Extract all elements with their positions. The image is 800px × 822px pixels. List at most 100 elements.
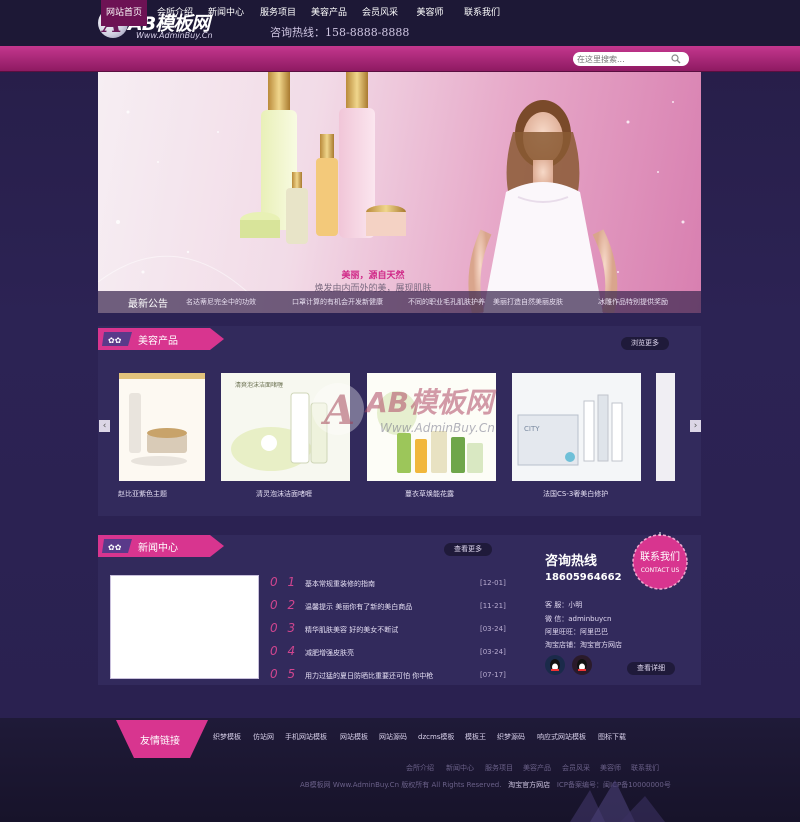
carousel-prev-icon[interactable]: ‹ [99,420,110,432]
footer-nav-link[interactable]: 联系我们 [631,763,659,773]
search-icon[interactable] [671,54,681,64]
news-date: [07-17] [480,671,506,679]
footer-nav-link[interactable]: 美容师 [600,763,621,773]
product-image [119,373,205,481]
nav-item-contact[interactable]: 联系我们 [458,0,506,26]
product-name[interactable]: 法国CS-3奢美白修护 [543,489,608,499]
contact-wechat: 微 信：adminbuycn [545,615,612,623]
footer-nav-link[interactable]: 会所介绍 [406,763,434,773]
svg-text:✿✿: ✿✿ [108,336,122,345]
product-card-4[interactable]: CITY [512,373,641,481]
nav-item-beauticians[interactable]: 美容师 [410,0,450,26]
svg-text:CITY: CITY [524,425,540,433]
notice-item[interactable]: 名达蒂尼完全中的功效 [186,297,256,307]
news-headline[interactable]: 基本常规重装修的指南 [305,579,375,589]
friend-link[interactable]: 网站源码 [379,732,407,742]
contact-bubble-icon[interactable]: 联系我们 CONTACT US [620,532,700,590]
news-item[interactable]: 0 2 温馨提示 美丽你有了新的美白商品 [11-21] [270,598,506,618]
products-title: 美容产品 [138,336,178,347]
product-name[interactable]: 蔓衣草焕能花露 [405,489,454,499]
news-item[interactable]: 0 4 减肥增强皮肤亮 [03-24] [270,644,506,664]
product-image: CITY [512,373,641,481]
news-number: 0 3 [270,621,299,635]
news-date: [12-01] [480,579,506,587]
product-card-5[interactable] [656,373,675,481]
contact-detail-button[interactable]: 查看详细 [627,662,675,675]
footer-nav-link[interactable]: 服务项目 [485,763,513,773]
hero-banner[interactable]: 美丽，源自天然 焕发由内而外的美，展现肌肤 [98,72,701,313]
news-number: 0 5 [270,667,299,681]
friend-link[interactable]: 图标下载 [598,732,626,742]
product-image [656,373,675,481]
news-more-button[interactable]: 查看更多 [444,543,492,556]
svg-text:✿✿: ✿✿ [108,543,122,552]
contact-info: 咨询热线 18605964662 [545,550,622,583]
notice-bar: 最新公告 名达蒂尼完全中的功效 口罩计算的有机会开发新健康 不同的职业毛孔肌肤护… [98,291,701,313]
notice-item[interactable]: 美丽打造自然美丽皮肤 [493,297,563,307]
copyright: AB模板网 Www.AdminBuy.Cn 版权所有 All Rights Re… [300,781,502,789]
contact-service: 客 服：小明 [545,601,583,609]
friend-link[interactable]: 响应式网站模板 [537,732,586,742]
notice-title: 最新公告 [128,299,168,310]
qq-icon[interactable] [545,655,565,675]
news-header: ✿✿ 新闻中心 [98,535,228,557]
contact-bubble-sublabel: CONTACT US [641,567,680,574]
news-image[interactable] [110,575,259,679]
news-item[interactable]: 0 3 精华肌肤美容 好的美女不断试 [03-24] [270,621,506,641]
contact-phone: 18605964662 [545,572,622,583]
news-number: 0 2 [270,598,299,612]
product-card-3[interactable] [367,373,496,481]
contact-title: 咨询热线 [545,554,598,569]
banner-slogan-line1: 美丽，源自天然 [341,271,405,281]
nav-item-home[interactable]: 网站首页 [101,0,147,26]
friend-link[interactable]: 仿站网 [253,732,274,742]
news-headline[interactable]: 精华肌肤美容 好的美女不断试 [305,625,398,635]
product-name[interactable]: 清灵泡沫洁面啫喱 [256,489,312,499]
footer-nav-link[interactable]: 新闻中心 [446,763,474,773]
friend-link[interactable]: 织梦模板 [213,732,241,742]
product-image [367,373,496,481]
news-number: 0 1 [270,575,299,589]
footer-nav-link[interactable]: 会员风采 [562,763,590,773]
nav-item-news[interactable]: 新闻中心 [203,0,249,26]
header-hotline: 咨询热线：158-8888-8888 [270,26,410,39]
contact-wangwang: 阿里旺旺：阿里巴巴 [545,628,608,636]
nav-item-members[interactable]: 会员风采 [356,0,404,26]
nav-item-services[interactable]: 服务项目 [254,0,302,26]
news-item[interactable]: 0 1 基本常规重装修的指南 [12-01] [270,575,506,595]
shop-link[interactable]: 淘宝官方网店 [508,781,550,789]
footer-crystal-decoration [570,780,665,822]
friend-link[interactable]: dzcms模板 [418,732,454,742]
search-box [573,52,689,66]
friend-link[interactable]: 手机网站模板 [285,732,327,742]
qq-icon[interactable] [572,655,592,675]
notice-item[interactable]: 不同的职业毛孔肌肤护养 [408,297,485,307]
footer-nav-link[interactable]: 美容产品 [523,763,551,773]
news-item[interactable]: 0 5 用力过猛的夏日防晒比重要还可怕 你中枪 [07-17] [270,667,506,687]
news-headline[interactable]: 减肥增强皮肤亮 [305,648,354,658]
carousel-next-icon[interactable]: › [690,420,701,432]
friend-links-title: 友情链接 [140,736,180,747]
products-more-button[interactable]: 浏览更多 [621,337,669,350]
search-input[interactable] [577,53,667,65]
contact-shop[interactable]: 淘宝店铺：淘宝官方网店 [545,640,622,650]
svg-text:清爽泡沫洁面啫喱: 清爽泡沫洁面啫喱 [235,381,283,389]
logo-url: Www.AdminBuy.Cn [136,31,213,40]
notice-item[interactable]: 冰雕作品特别提供奖励 [598,297,668,307]
product-card-1[interactable] [119,373,205,481]
news-headline[interactable]: 用力过猛的夏日防晒比重要还可怕 你中枪 [305,671,433,681]
news-headline[interactable]: 温馨提示 美丽你有了新的美白商品 [305,602,412,612]
nav-item-products[interactable]: 美容产品 [305,0,353,26]
product-card-2[interactable]: 清爽泡沫洁面啫喱 [221,373,350,481]
news-date: [03-24] [480,648,506,656]
news-date: [03-24] [480,625,506,633]
nav-item-about[interactable]: 会所介绍 [151,0,199,26]
news-number: 0 4 [270,644,299,658]
friend-link[interactable]: 网站模板 [340,732,368,742]
notice-item[interactable]: 口罩计算的有机会开发新健康 [292,297,383,307]
friend-link[interactable]: 织梦源码 [497,732,525,742]
news-title: 新闻中心 [138,543,178,554]
friend-link[interactable]: 模板王 [465,732,486,742]
products-header: ✿✿ 美容产品 [98,328,228,350]
product-name[interactable]: 赵比亚紫色主题 [118,489,167,499]
